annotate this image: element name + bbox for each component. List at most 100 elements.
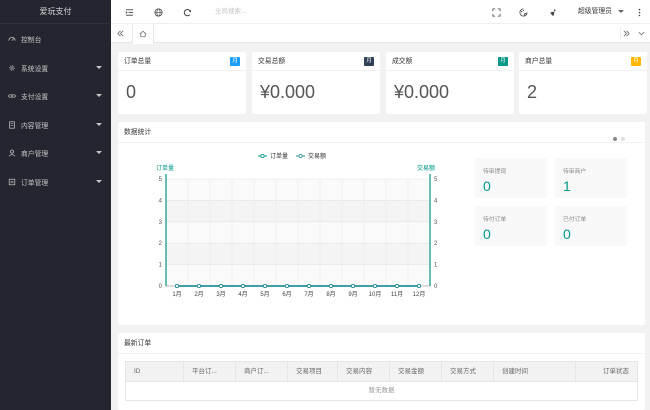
sidebar-item-dashboard[interactable]: 控制台: [0, 25, 111, 54]
fullscreen-icon[interactable]: [491, 7, 501, 17]
chevron-down-icon: [96, 65, 102, 69]
x-tick-label: 6月: [282, 291, 291, 298]
x-tick-label: 1月: [172, 291, 181, 298]
y-tick-label-left: 5: [159, 177, 163, 183]
column-header[interactable]: ID: [126, 362, 184, 381]
sidebar-item-label: 控制台: [21, 37, 42, 45]
y-axis-label-right: 交易额: [417, 164, 435, 172]
legend-marker: [260, 153, 265, 158]
sidebar-item-content-management[interactable]: 内容管理: [0, 111, 111, 140]
x-tick-label: 4月: [238, 291, 247, 298]
column-header[interactable]: 订单状态: [576, 362, 637, 381]
data-stats-panel: 数据统计 0 0 1 1 2 2 3 3 4 4 5 5 订单量 交易额 1月 2月 3月 4月 5月 6月 7月 8月 9…: [118, 122, 645, 325]
data-point: [394, 283, 400, 289]
tabs-menu-chevron-icon[interactable]: [635, 27, 647, 39]
column-header[interactable]: 创建时间: [494, 362, 576, 381]
chevron-down-icon: [96, 179, 102, 183]
carousel-dot-active[interactable]: [613, 137, 617, 141]
sidebar-item-label: 内容管理: [21, 122, 49, 130]
top-header: 全局搜索... 超级管理员: [111, 0, 650, 24]
sidebar-item-label: 系统设置: [21, 65, 49, 73]
sidebar-item-label: 支付设置: [21, 94, 49, 102]
mini-stat-value: 0: [483, 178, 491, 194]
admin-menu[interactable]: 超级管理员: [578, 7, 612, 17]
y-tick-label-left: 4: [159, 198, 163, 204]
mini-stat-value: 0: [483, 226, 491, 242]
tab-home[interactable]: [132, 24, 154, 44]
clean-icon[interactable]: [548, 7, 558, 17]
document-icon: [7, 120, 16, 129]
user-icon: [7, 149, 16, 158]
sidebar-item-merchant-management[interactable]: 商户管理: [0, 139, 111, 168]
x-tick-label: 10月: [369, 291, 382, 298]
panel-title: 最新订单: [118, 333, 645, 354]
legend-label: 交易额: [308, 152, 326, 160]
data-point: [240, 283, 246, 289]
mini-stat-value: 1: [563, 178, 571, 194]
mini-stat-pending-withdrawal[interactable]: 待审提现 0: [475, 158, 547, 198]
x-tick-label: 12月: [413, 291, 426, 298]
globe-icon[interactable]: [153, 7, 163, 17]
stat-label: 商户总量: [525, 58, 553, 65]
sidebar-item-system-settings[interactable]: 系统设置: [0, 54, 111, 83]
sidebar-item-order-management[interactable]: 订单管理: [0, 168, 111, 197]
data-point: [196, 283, 202, 289]
column-header[interactable]: 交易内容: [338, 362, 390, 381]
carousel-dot[interactable]: [621, 137, 625, 141]
more-icon[interactable]: [634, 7, 644, 17]
mini-stat-pending-merchant[interactable]: 待审商户 1: [555, 158, 627, 198]
column-header[interactable]: 平台订...: [184, 362, 236, 381]
column-header[interactable]: 交易方式: [442, 362, 494, 381]
list-icon: [7, 177, 16, 186]
x-tick-label: 11月: [391, 291, 403, 298]
column-header[interactable]: 交易项目: [288, 362, 338, 381]
data-point: [218, 283, 224, 289]
data-point: [372, 283, 378, 289]
panel-title: 数据统计: [118, 122, 645, 143]
link-icon: [7, 92, 16, 101]
mini-stat-paid-orders[interactable]: 已付订单 0: [555, 206, 627, 246]
tabs-scroll-right-icon[interactable]: [620, 27, 632, 39]
stat-label: 交易总额: [258, 58, 286, 65]
collapse-menu-icon[interactable]: [124, 7, 134, 17]
app-logo[interactable]: 爱玩支付: [0, 0, 111, 24]
x-tick-label: 8月: [326, 291, 335, 298]
mini-stat-pending-orders[interactable]: 待付订单 0: [475, 206, 547, 246]
stat-card-transaction-total: 交易总额 月 ¥0.000: [252, 52, 380, 114]
column-header[interactable]: 交易金额: [390, 362, 442, 381]
x-tick-label: 7月: [304, 291, 313, 298]
empty-table-message: 暂无数据: [125, 382, 638, 401]
stat-card-merchant-total: 商户总量 月 2: [519, 52, 647, 114]
mini-stat-label: 待审提现: [483, 169, 507, 175]
y-axis-label-left: 订单量: [156, 164, 174, 172]
y-tick-label-right: 4: [434, 198, 438, 204]
y-tick-label-right: 0: [434, 284, 438, 290]
column-header[interactable]: 商户订...: [236, 362, 288, 381]
stat-label: 订单总量: [124, 58, 152, 65]
chevron-down-icon: [96, 122, 102, 126]
stat-label: 成交额: [392, 58, 413, 65]
period-badge: 月: [631, 57, 641, 66]
search-input[interactable]: 全局搜索...: [215, 7, 246, 17]
refresh-icon[interactable]: [182, 7, 192, 17]
mini-stat-label: 已付订单: [563, 217, 587, 223]
y-tick-label-left: 2: [159, 241, 163, 247]
chevron-down-icon: [96, 151, 102, 154]
data-point: [262, 283, 268, 289]
period-badge: 月: [498, 57, 508, 66]
y-tick-label-right: 3: [434, 220, 438, 226]
stat-card-deal-amount: 成交额 月 ¥0.000: [386, 52, 514, 114]
latest-orders-panel: 最新订单 ID 平台订... 商户订... 交易项目 交易内容 交易金额 交易方…: [118, 333, 645, 410]
y-tick-label-left: 1: [159, 263, 163, 269]
y-tick-label-left: 3: [159, 220, 163, 226]
sidebar-item-label: 商户管理: [21, 151, 49, 159]
x-tick-label: 3月: [216, 291, 225, 298]
theme-icon[interactable]: [518, 7, 528, 17]
legend-label: 订单量: [270, 152, 288, 160]
mini-stat-label: 待审商户: [563, 169, 587, 175]
sidebar-item-label: 订单管理: [21, 179, 49, 187]
period-badge: 月: [230, 57, 240, 66]
legend-marker: [298, 153, 303, 158]
sidebar-item-payment-settings[interactable]: 支付设置: [0, 82, 111, 111]
tabs-scroll-left-icon[interactable]: [114, 27, 126, 39]
